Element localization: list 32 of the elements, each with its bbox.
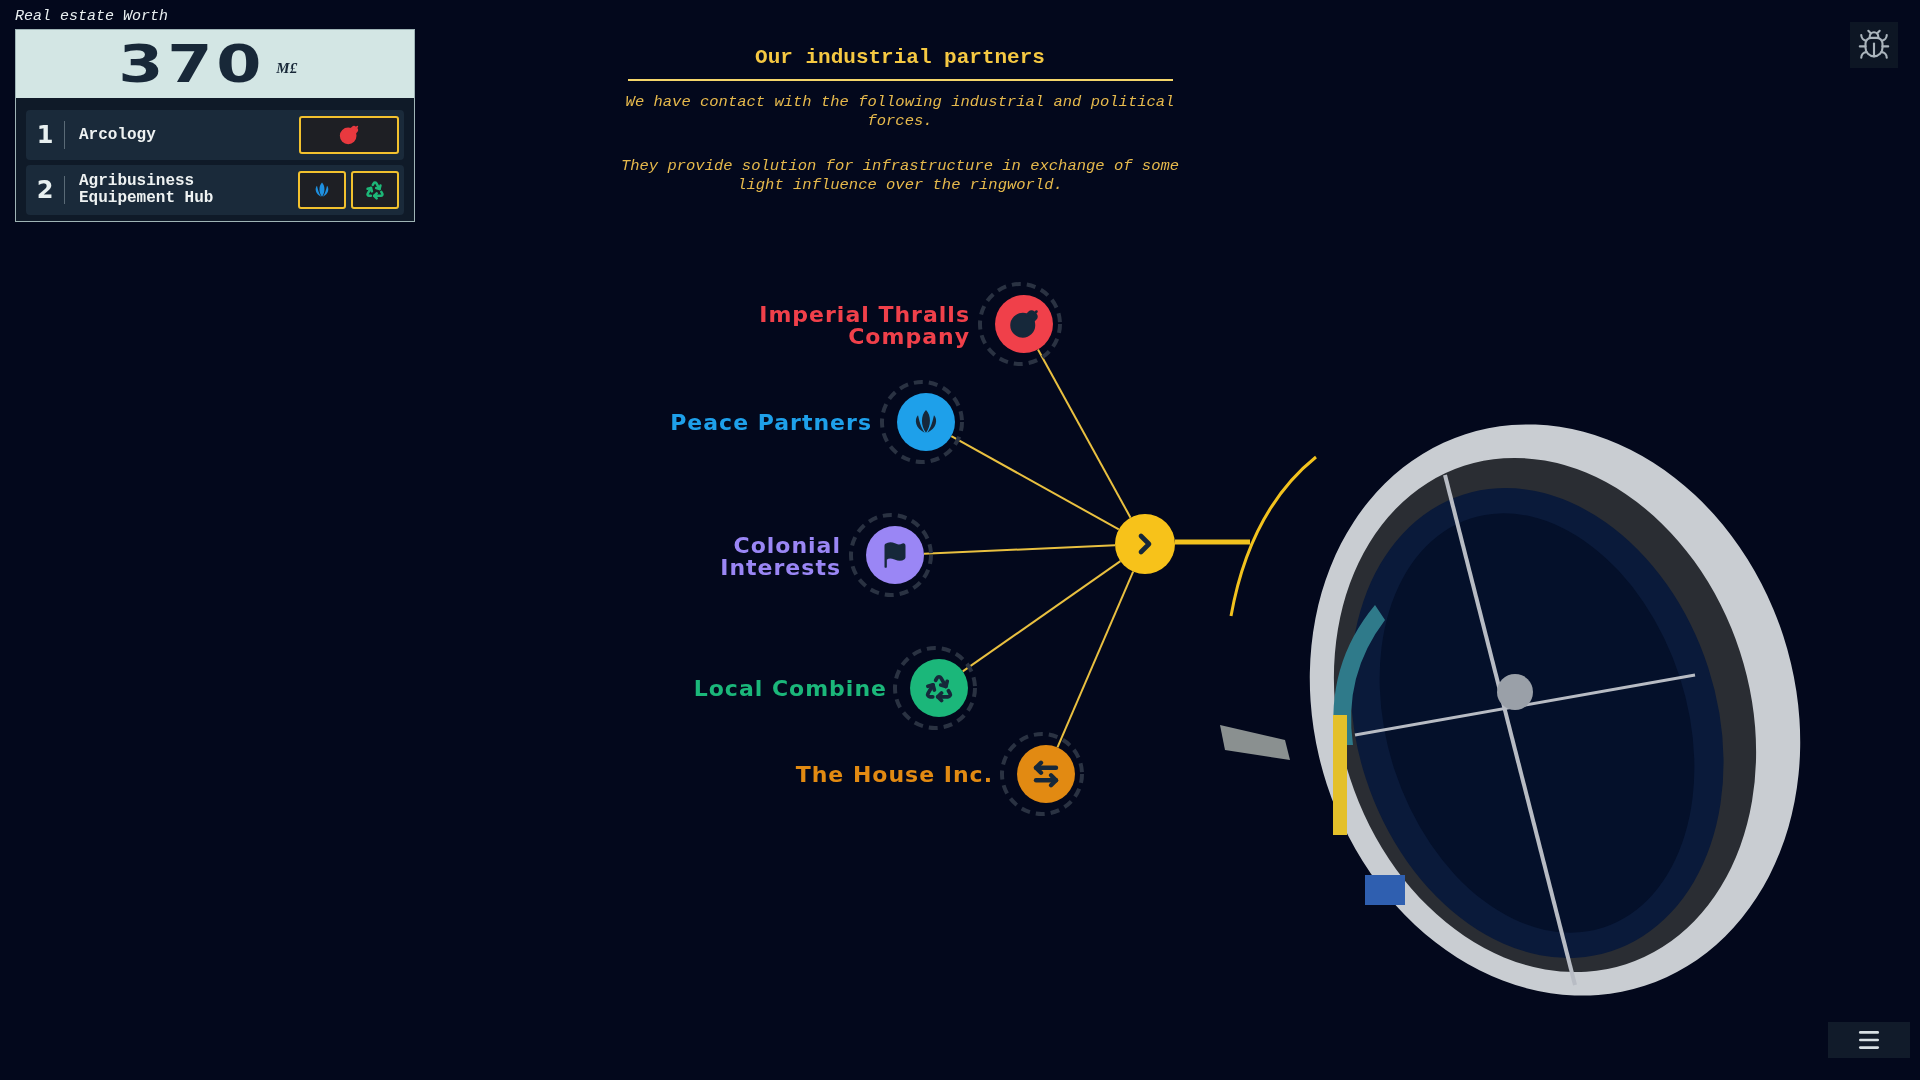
arrows-icon	[1031, 759, 1061, 789]
partner-node[interactable]	[1017, 745, 1075, 803]
partner-node[interactable]	[897, 393, 955, 451]
partner-name: Peace Partners	[669, 412, 872, 434]
hub-node[interactable]	[1115, 514, 1175, 574]
holding-row[interactable]: 2 Agribusiness Equipement Hub	[26, 165, 404, 215]
partner-slot[interactable]	[298, 171, 346, 209]
partner-name: Imperial Thralls Company	[758, 304, 970, 348]
holding-rank: 2	[26, 176, 65, 204]
partner-name: The House Inc.	[794, 764, 993, 786]
intro-paragraph: They provide solution for infrastructure in exchange of some light influence over the ringworld.	[619, 157, 1181, 195]
partner-slot[interactable]	[299, 116, 399, 154]
holding-row[interactable]: 1 Arcology	[26, 110, 404, 160]
partner-node[interactable]	[910, 659, 968, 717]
partner-slot[interactable]	[351, 171, 399, 209]
recycle-icon	[924, 673, 954, 703]
partner-node[interactable]	[866, 526, 924, 584]
section-title: Our industrial partners	[627, 46, 1173, 81]
partner-name: Colonial Interests	[719, 535, 841, 579]
holding-rank: 1	[26, 121, 65, 149]
partner-node[interactable]	[995, 295, 1053, 353]
bug-button[interactable]	[1850, 22, 1898, 68]
bug-icon	[1857, 28, 1891, 62]
partner-name: Local Combine	[692, 678, 887, 700]
worth-unit: M£	[276, 59, 298, 77]
worth-value: 370	[118, 34, 266, 94]
bomb-icon	[1009, 309, 1039, 339]
menu-button[interactable]	[1828, 1022, 1910, 1058]
holding-name: Arcology	[78, 126, 157, 144]
holding-name: Agribusiness Equipement Hub	[78, 173, 215, 207]
worth-label: Real estate Worth	[15, 8, 170, 25]
intro-paragraph: We have contact with the following industrial and political forces.	[624, 93, 1176, 131]
